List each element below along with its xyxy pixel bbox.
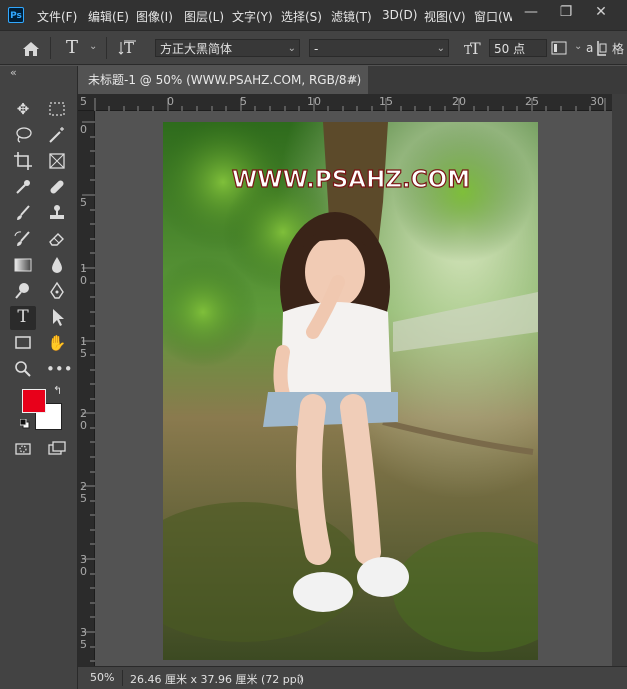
type-icon[interactable]: T (10, 306, 36, 330)
healing-icon[interactable] (46, 176, 68, 198)
hand-icon[interactable]: ✋ (46, 332, 68, 354)
menu-select[interactable]: 选择(S) (281, 8, 322, 25)
document-tab-bar: 未标题-1 @ 50% (WWW.PSAHZ.COM, RGB/8#) * ✕ (78, 66, 627, 115)
align-icon[interactable] (596, 39, 608, 57)
ruler-label: 0 (80, 123, 87, 136)
close-tab-icon[interactable]: ✕ (349, 66, 358, 94)
text-size-icon: TT (462, 37, 484, 59)
restore-button[interactable]: ❐ (551, 2, 581, 24)
menu-layer[interactable]: 图层(L) (184, 8, 224, 25)
screen-mode-icon[interactable] (46, 438, 68, 460)
option-text-clipped: 格 (612, 42, 625, 56)
menu-bar: Ps 文件(F) 编辑(E) 图像(I) 图层(L) 文字(Y) 选择(S) 滤… (0, 0, 627, 30)
crop-icon[interactable] (12, 150, 34, 172)
blur-icon[interactable] (46, 254, 68, 276)
font-style-value: - (314, 42, 319, 56)
vertical-text-icon[interactable]: T (118, 37, 140, 59)
ruler-label: 5 (80, 95, 87, 108)
ruler-label: 25 (525, 95, 539, 108)
horizontal-ruler: 5 0 5 10 15 20 25 30 (78, 94, 612, 111)
stamp-icon[interactable] (46, 202, 68, 224)
options-bar: T ⌄ T 方正大黑简体 ⌄ - ⌄ TT 50 点 ⌄ a 格 (0, 30, 627, 65)
font-family-value: 方正大黑简体 (160, 42, 233, 56)
swap-colors-icon[interactable]: ↰ (53, 384, 62, 397)
path-select-icon[interactable] (46, 306, 68, 328)
ruler-label: 10 (307, 95, 321, 108)
menu-edit[interactable]: 编辑(E) (88, 8, 129, 25)
ruler-label: 30 (80, 553, 87, 578)
gradient-icon[interactable] (12, 254, 34, 276)
ruler-label: 35 (80, 626, 87, 651)
document-tab[interactable]: 未标题-1 @ 50% (WWW.PSAHZ.COM, RGB/8#) * ✕ (78, 66, 368, 115)
zoom-icon[interactable] (12, 358, 34, 380)
menu-window[interactable]: 窗口(W (474, 8, 512, 25)
chevron-down-icon[interactable]: ⌄ (574, 41, 582, 52)
magic-wand-icon[interactable] (46, 124, 68, 146)
zoom-level[interactable]: 50% (90, 671, 114, 684)
ruler-label: 0 (167, 95, 174, 108)
separator (106, 37, 107, 59)
font-size-select[interactable]: 50 点 (489, 39, 547, 57)
rectangle-icon[interactable] (12, 332, 34, 354)
separator (50, 37, 51, 59)
lasso-icon[interactable] (12, 124, 34, 146)
status-bar: 50% 26.46 厘米 x 37.96 厘米 (72 ppi) 〉 (78, 666, 627, 689)
ruler-label: 10 (80, 262, 87, 287)
more-icon[interactable]: ••• (46, 358, 73, 380)
svg-text:T: T (124, 39, 134, 57)
minimize-button[interactable]: — (516, 2, 546, 24)
history-brush-icon[interactable] (12, 228, 34, 250)
chevron-down-icon: ⌄ (436, 43, 445, 54)
menu-3d[interactable]: 3D(D) (382, 8, 417, 22)
collapse-panel-icon[interactable]: « (10, 66, 17, 79)
ruler-label: 15 (80, 335, 87, 360)
ruler-label: 5 (240, 95, 247, 108)
anti-alias-label[interactable]: a (586, 41, 593, 55)
default-colors-icon[interactable] (19, 418, 30, 429)
pen-icon[interactable] (46, 280, 68, 302)
canvas-area[interactable]: WWW.PSAHZ.COM (95, 111, 612, 666)
quick-mask-icon[interactable] (12, 438, 34, 460)
tool-panel: « ✥ T ✋ ••• ↰ (0, 66, 78, 689)
paragraph-icon[interactable] (551, 41, 567, 55)
tool-preset-chevron-icon[interactable]: ⌄ (89, 41, 97, 52)
vertical-ruler: 0 5 10 15 20 25 30 35 (78, 111, 95, 666)
menu-filter[interactable]: 滤镜(T) (331, 8, 372, 25)
eraser-icon[interactable] (46, 228, 68, 250)
separator (122, 670, 123, 686)
foreground-color-swatch[interactable] (22, 389, 46, 413)
brush-icon[interactable] (12, 202, 34, 224)
menu-view[interactable]: 视图(V) (424, 8, 466, 25)
marquee-icon[interactable] (46, 98, 68, 120)
ruler-label: 15 (379, 95, 393, 108)
dodge-icon[interactable] (12, 280, 34, 302)
chevron-down-icon: ⌄ (287, 43, 296, 54)
vertical-scrollbar[interactable] (612, 94, 627, 666)
close-window-button[interactable]: ✕ (586, 2, 616, 24)
ruler-label: 20 (80, 407, 87, 432)
ruler-label: 25 (80, 480, 87, 505)
menu-image[interactable]: 图像(I) (136, 8, 173, 25)
svg-text:T: T (470, 39, 481, 58)
menu-type[interactable]: 文字(Y) (232, 8, 273, 25)
document-image[interactable]: WWW.PSAHZ.COM (163, 122, 538, 660)
status-menu-arrow-icon[interactable]: 〉 (298, 671, 309, 687)
move-icon[interactable]: ✥ (12, 98, 34, 120)
ruler-label: 20 (452, 95, 466, 108)
document-size: 26.46 厘米 x 37.96 厘米 (72 ppi) (130, 673, 305, 686)
eyedropper-icon[interactable] (12, 176, 34, 198)
ruler-label: 5 (80, 196, 87, 209)
font-size-value: 50 点 (494, 42, 526, 56)
photoshop-logo: Ps (8, 7, 24, 23)
watermark-text[interactable]: WWW.PSAHZ.COM (231, 166, 470, 193)
text-tool-icon[interactable]: T (66, 37, 78, 58)
home-icon[interactable] (20, 39, 42, 59)
ruler-label: 30 (590, 95, 604, 108)
menu-file[interactable]: 文件(F) (37, 8, 77, 25)
font-family-select[interactable]: 方正大黑简体 ⌄ (155, 39, 300, 57)
frame-icon[interactable] (46, 150, 68, 172)
font-style-select[interactable]: - ⌄ (309, 39, 449, 57)
